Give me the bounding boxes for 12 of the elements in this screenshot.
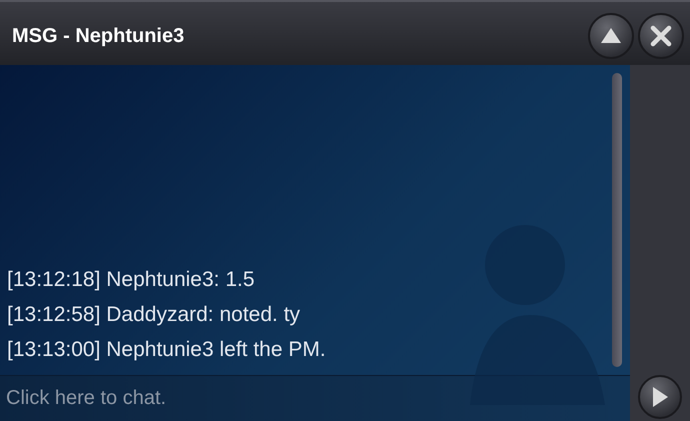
chat-message: [13:12:18] Nephtunie3: 1.5 [7,267,256,293]
close-button[interactable] [638,12,684,58]
chat-message: [13:13:00] Nephtunie3 left the PM. [7,337,327,363]
chat-message: [13:12:58] Daddyzard: noted. ty [7,302,302,328]
scrollbar[interactable] [612,73,622,367]
play-arrow-icon [651,386,669,408]
collapse-button[interactable] [588,12,634,58]
chat-input[interactable]: Click here to chat. [0,375,630,421]
window-title: MSG - Nephtunie3 [12,24,186,48]
close-icon [650,24,672,46]
send-button[interactable] [638,375,682,419]
up-arrow-icon [600,26,622,44]
